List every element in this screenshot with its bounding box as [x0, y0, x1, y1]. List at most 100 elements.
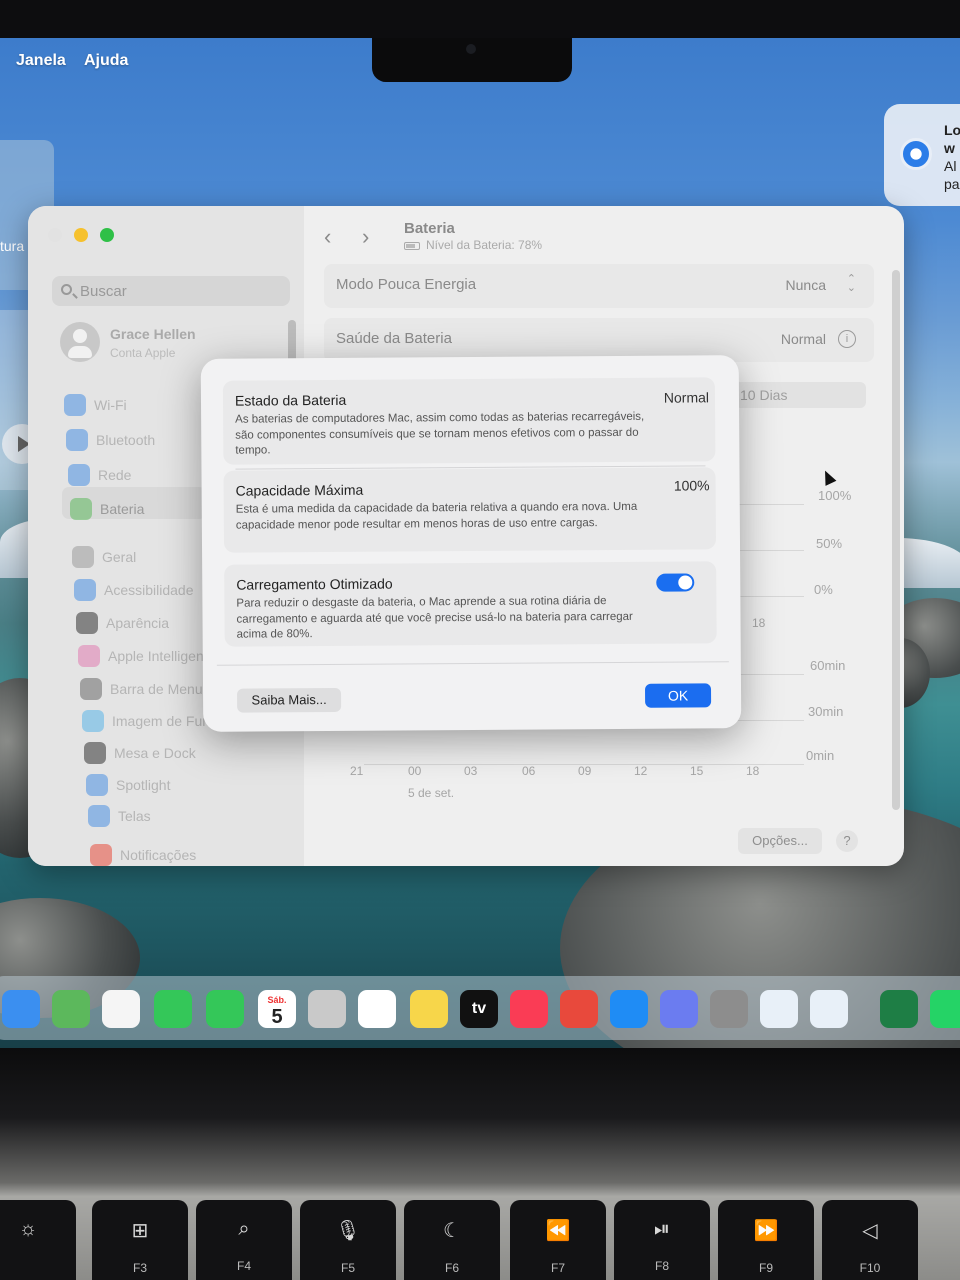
key-f9[interactable]: ⏩ F9 [718, 1200, 814, 1280]
notification-banner[interactable]: Lo w Al pa [884, 104, 960, 206]
accessibility-icon [74, 579, 96, 601]
rocket-icon[interactable] [560, 990, 598, 1028]
section-description: As baterias de computadores Mac, assim c… [235, 410, 645, 457]
sidebar-item-label: Barra de Menus [110, 681, 210, 697]
notes-icon[interactable] [410, 990, 448, 1028]
info-icon[interactable]: i [838, 330, 856, 348]
help-button[interactable]: ? [836, 830, 858, 852]
key-f7[interactable]: ⏪ F7 [510, 1200, 606, 1280]
mute-icon: ◁ [862, 1220, 878, 1242]
x-tick: 09 [578, 764, 592, 778]
x-tick: 06 [522, 764, 536, 778]
notification-text: Al [944, 158, 957, 174]
play-pause-icon: ⏯ [654, 1218, 670, 1240]
iphone-mirroring-icon[interactable] [660, 990, 698, 1028]
facetime-icon[interactable] [154, 990, 192, 1028]
low-power-mode-label: Modo Pouca Energia [336, 276, 477, 293]
level-x-tick: 18 [752, 616, 766, 630]
sidebar-item-label: Aparência [106, 615, 170, 631]
section-title: Carregamento Otimizado [236, 575, 393, 593]
key-label: F8 [654, 1259, 669, 1273]
bezel-top [0, 0, 960, 40]
x-tick: 18 [746, 764, 760, 778]
apple-intelligence-icon [78, 645, 100, 667]
key-label: F9 [758, 1261, 773, 1275]
notifications-icon [90, 844, 112, 866]
excel-icon[interactable] [880, 990, 918, 1028]
sketchup-icon[interactable] [760, 990, 798, 1028]
forward-button[interactable]: › [362, 224, 369, 250]
notification-text: pa [944, 176, 960, 192]
usage-axis-label: 60min [810, 658, 846, 673]
main-scrollbar[interactable] [892, 270, 900, 810]
wallpaper-icon [82, 710, 104, 732]
battery-health-label: Saúde da Bateria [336, 330, 452, 347]
optimized-charging-toggle[interactable] [656, 573, 695, 592]
key-f8[interactable]: ⏯ F8 [614, 1200, 710, 1280]
x-tick: 00 [408, 764, 422, 778]
usage-axis-label: 30min [808, 704, 844, 719]
appletv-icon[interactable]: tv [460, 990, 498, 1028]
contacts-icon[interactable] [308, 990, 346, 1028]
key-f4[interactable]: ⌕ F4 [196, 1200, 292, 1280]
rewind-icon: ⏪ [545, 1220, 571, 1242]
search-field[interactable]: Buscar [52, 276, 290, 306]
low-power-mode-row[interactable]: Modo Pouca Energia Nunca ⌃ ⌄ [324, 264, 874, 308]
level-axis-label: 100% [818, 488, 852, 503]
key-f1[interactable]: ☼ [0, 1200, 76, 1280]
whatsapp-icon[interactable] [930, 990, 960, 1028]
gear-icon [72, 546, 94, 568]
system-settings-icon[interactable] [710, 990, 748, 1028]
key-f3[interactable]: ⊞ F3 [92, 1200, 188, 1280]
calendar-icon[interactable]: Sáb. 5 [258, 990, 296, 1028]
mail-icon[interactable] [2, 990, 40, 1028]
sidebar-item-label: Rede [98, 467, 132, 483]
section-description: Esta é uma medida da capacidade da bater… [235, 500, 638, 532]
options-button[interactable]: Opções... [738, 828, 822, 854]
calendar-month: Sáb. [267, 995, 287, 1005]
section-title: Estado da Bateria [234, 391, 347, 409]
calendar-day: 5 [271, 1006, 283, 1028]
dock-icon [84, 742, 106, 764]
close-button[interactable] [48, 228, 62, 242]
back-button[interactable]: ‹ [324, 224, 331, 250]
photos-icon[interactable] [102, 990, 140, 1028]
background-window-label: tura [0, 238, 25, 254]
brightness-icon: ☼ [18, 1218, 38, 1240]
x-tick: 03 [464, 764, 478, 778]
phone-icon[interactable] [206, 990, 244, 1028]
reminders-icon[interactable] [358, 990, 396, 1028]
battery-icon [70, 498, 92, 520]
appstore-icon[interactable] [610, 990, 648, 1028]
key-f5[interactable]: 🎙 F5 [300, 1200, 396, 1280]
battery-icon [404, 242, 420, 250]
learn-more-button[interactable]: Saiba Mais... [237, 687, 342, 713]
key-f6[interactable]: ☾ F6 [404, 1200, 500, 1280]
level-axis-label: 0% [814, 582, 833, 597]
ok-button[interactable]: OK [644, 683, 712, 708]
battery-health-value: Normal [780, 331, 826, 347]
stepper-icon[interactable]: ⌃ ⌄ [847, 274, 856, 294]
menu-janela[interactable]: Janela [16, 52, 66, 70]
x-tick: 15 [690, 764, 704, 778]
menu-ajuda[interactable]: Ajuda [84, 52, 128, 70]
globe-icon [68, 464, 90, 486]
maps-icon[interactable] [52, 990, 90, 1028]
avatar[interactable] [60, 322, 100, 362]
minimize-button[interactable] [74, 228, 88, 242]
range-tab-10-days[interactable]: 10 Dias [734, 382, 866, 408]
safari-icon [900, 138, 932, 170]
max-capacity-section: Capacidade Máxima 100% Esta é uma medida… [223, 467, 717, 553]
low-power-mode-value[interactable]: Nunca [786, 277, 826, 293]
key-label: F10 [859, 1261, 881, 1275]
zoom-button[interactable] [100, 228, 114, 242]
sidebar-item-label: Apple Intelligenc [108, 648, 211, 664]
layers-icon[interactable] [810, 990, 848, 1028]
music-icon[interactable] [510, 990, 548, 1028]
key-label: F4 [236, 1259, 251, 1273]
search-icon [61, 284, 72, 295]
appearance-icon [76, 612, 98, 634]
battery-level-text: Nível da Bateria: 78% [426, 238, 543, 252]
spotlight-icon [86, 774, 108, 796]
key-f10[interactable]: ◁ F10 [822, 1200, 918, 1280]
